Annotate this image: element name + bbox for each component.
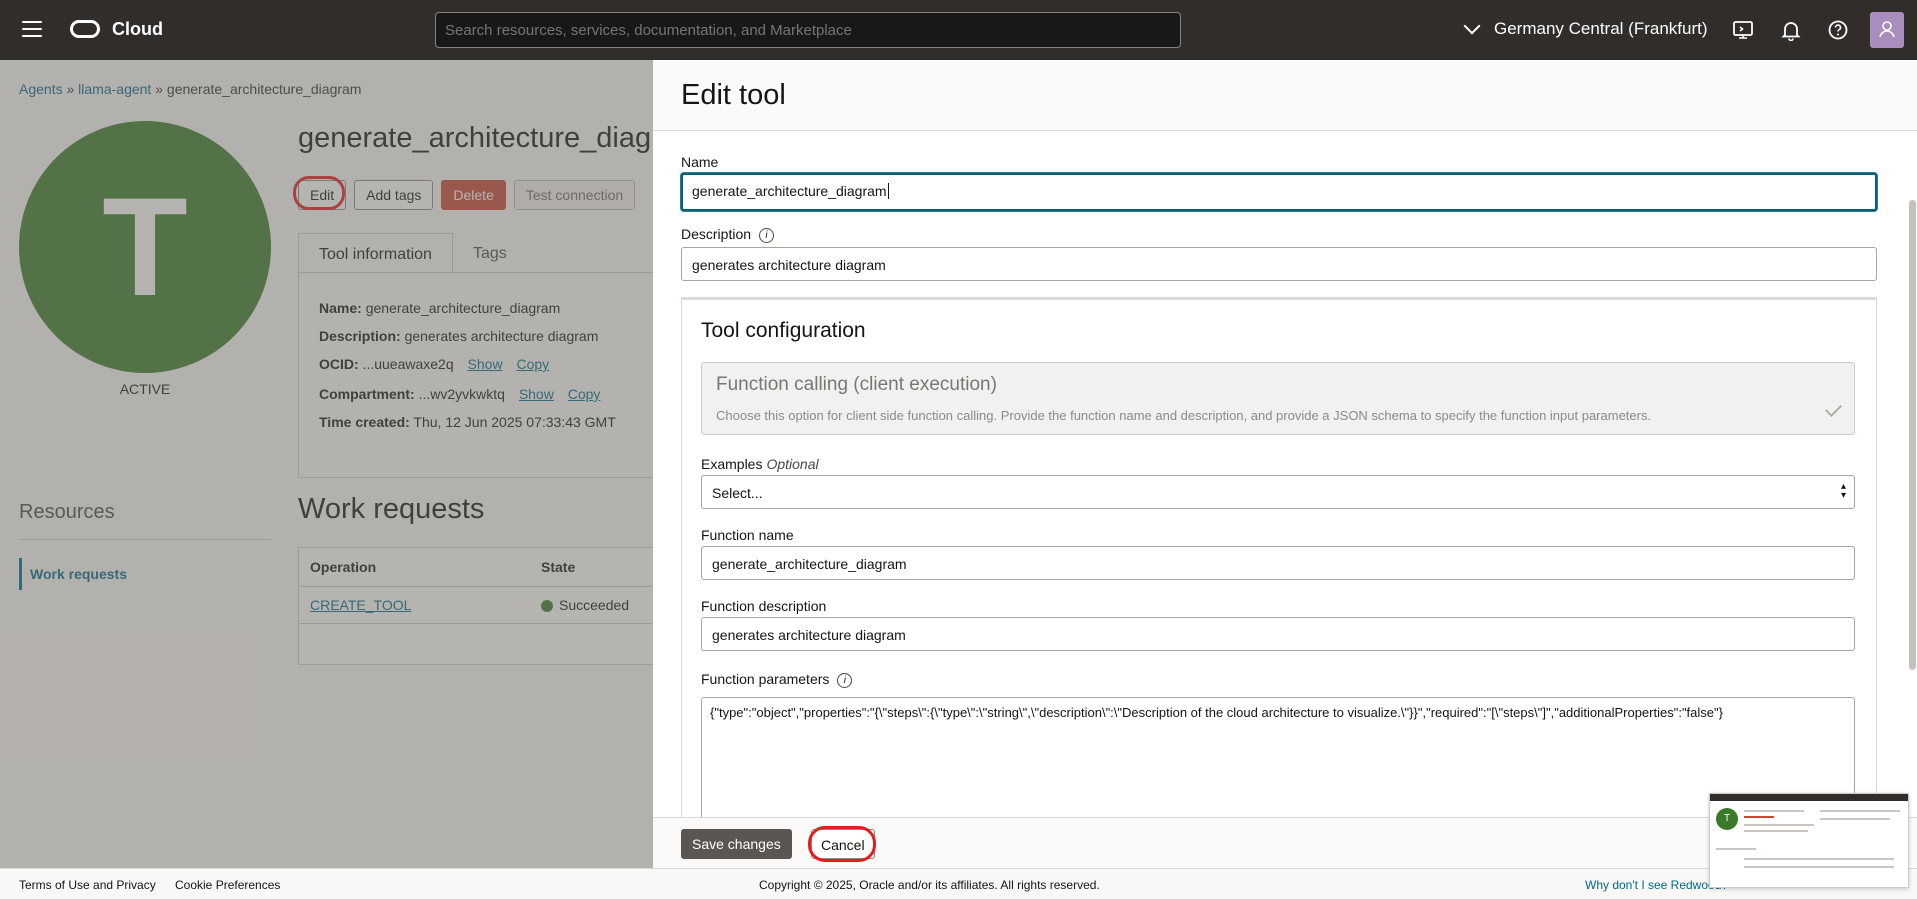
search-input[interactable] bbox=[435, 12, 1181, 48]
info-icon[interactable]: i bbox=[759, 228, 775, 243]
thumbnail-line bbox=[1820, 818, 1890, 820]
thumbnail-line bbox=[1744, 830, 1808, 832]
brand-label[interactable]: Cloud bbox=[112, 19, 163, 40]
oracle-logo-icon[interactable] bbox=[70, 20, 100, 38]
select-arrows-icon: ▴ ▾ bbox=[1840, 481, 1846, 501]
function-name-label: Function name bbox=[701, 527, 794, 543]
description-label: Description bbox=[681, 226, 752, 242]
name-field[interactable]: generate_architecture_diagram bbox=[681, 173, 1877, 211]
function-parameters-textarea[interactable]: {"type":"object","properties":"{\"steps\… bbox=[701, 697, 1855, 837]
function-description-label: Function description bbox=[701, 598, 827, 614]
user-icon bbox=[1879, 21, 1895, 38]
tool-configuration-section: Tool configuration Function calling (cli… bbox=[681, 297, 1877, 877]
text-cursor bbox=[887, 183, 889, 199]
examples-select-value: Select... bbox=[712, 485, 763, 501]
cancel-highlight-annotation bbox=[808, 826, 876, 862]
panel-header: Edit tool bbox=[653, 60, 1917, 131]
name-label: Name bbox=[681, 154, 719, 170]
cloud-shell-icon[interactable] bbox=[1732, 19, 1754, 41]
top-bar: Cloud Germany Central (Frankfurt) bbox=[0, 0, 1917, 60]
menu-icon[interactable] bbox=[22, 21, 42, 37]
terms-link[interactable]: Terms of Use and Privacy bbox=[19, 878, 156, 892]
thumbnail-topbar bbox=[1710, 794, 1908, 801]
chevron-down-icon bbox=[1463, 17, 1481, 35]
copyright-text: Copyright © 2025, Oracle and/or its affi… bbox=[759, 878, 1100, 892]
panel-scrollbar[interactable] bbox=[1909, 200, 1916, 670]
checkmark-icon bbox=[1825, 400, 1842, 417]
info-icon[interactable]: i bbox=[837, 673, 853, 688]
thumbnail-avatar: T bbox=[1716, 808, 1738, 830]
thumbnail-line bbox=[1820, 810, 1900, 812]
region-label: Germany Central (Frankfurt) bbox=[1494, 19, 1708, 38]
examples-select[interactable]: Select... ▴ ▾ bbox=[701, 475, 1855, 509]
thumbnail-line bbox=[1716, 848, 1756, 850]
redwood-link[interactable]: Why don't I see Redwood? bbox=[1585, 878, 1728, 892]
function-description-field[interactable]: generates architecture diagram bbox=[701, 617, 1855, 651]
screenshot-thumbnail-preview[interactable]: T bbox=[1709, 793, 1909, 888]
examples-label-row: Examples Optional bbox=[701, 456, 819, 472]
notifications-bell-icon[interactable] bbox=[1780, 19, 1802, 41]
description-label-row: Description i bbox=[681, 226, 775, 243]
region-selector[interactable]: Germany Central (Frankfurt) bbox=[1463, 17, 1708, 39]
page-footer: Terms of Use and Privacy Cookie Preferen… bbox=[0, 868, 1917, 899]
edit-tool-panel: Edit tool Name generate_architecture_dia… bbox=[653, 60, 1917, 877]
thumbnail-line bbox=[1744, 816, 1774, 818]
function-parameters-label: Function parameters bbox=[701, 671, 830, 687]
name-field-value: generate_architecture_diagram bbox=[692, 183, 887, 199]
function-parameters-label-row: Function parameters i bbox=[701, 671, 853, 688]
examples-optional-label: Optional bbox=[766, 456, 819, 472]
help-icon[interactable] bbox=[1827, 19, 1849, 41]
panel-title: Edit tool bbox=[681, 79, 786, 111]
user-profile-button[interactable] bbox=[1870, 12, 1904, 48]
thumbnail-line bbox=[1744, 858, 1894, 860]
thumbnail-line bbox=[1744, 824, 1814, 826]
description-field[interactable]: generates architecture diagram bbox=[681, 247, 1877, 281]
function-calling-description: Choose this option for client side funct… bbox=[716, 408, 1652, 423]
cookie-preferences-link[interactable]: Cookie Preferences bbox=[175, 878, 280, 892]
thumbnail-line bbox=[1744, 866, 1894, 868]
function-calling-title: Function calling (client execution) bbox=[716, 374, 997, 395]
examples-label: Examples bbox=[701, 456, 763, 472]
modal-backdrop[interactable] bbox=[0, 60, 653, 868]
save-changes-button[interactable]: Save changes bbox=[681, 829, 792, 859]
thumbnail-line bbox=[1744, 810, 1804, 812]
function-name-field[interactable]: generate_architecture_diagram bbox=[701, 546, 1855, 580]
tool-configuration-title: Tool configuration bbox=[701, 319, 866, 342]
function-calling-option-card[interactable]: Function calling (client execution) Choo… bbox=[701, 362, 1855, 435]
